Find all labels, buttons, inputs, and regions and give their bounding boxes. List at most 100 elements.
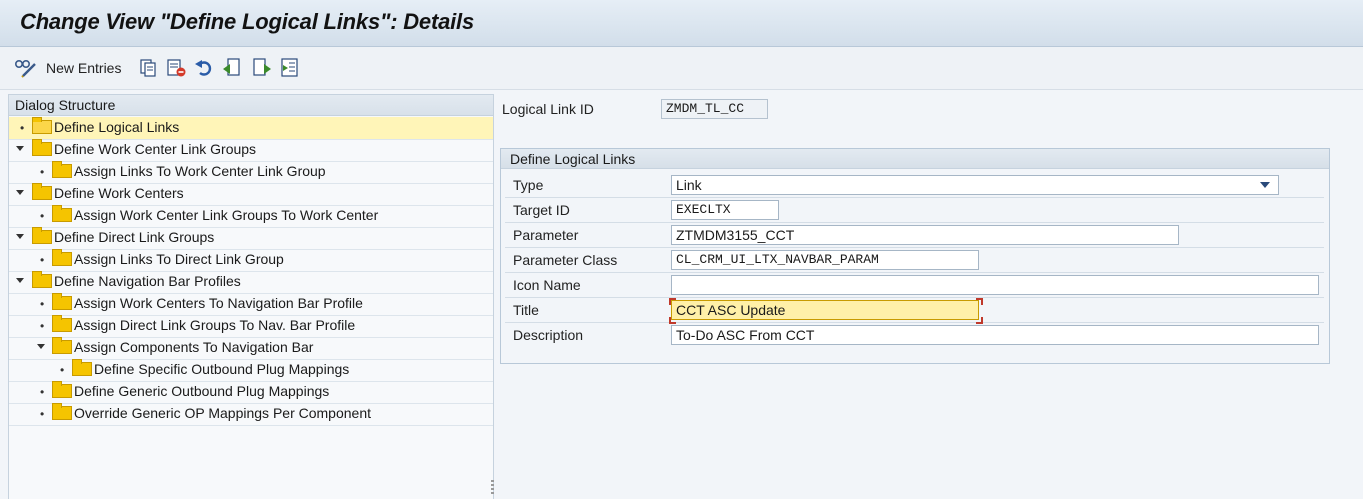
expand-arrow-icon[interactable] bbox=[37, 344, 45, 349]
new-entries-label: New Entries bbox=[46, 60, 122, 76]
bullet-icon: • bbox=[40, 319, 45, 333]
description-label: Description bbox=[513, 327, 584, 343]
folder-icon bbox=[52, 381, 72, 398]
focus-corner bbox=[976, 298, 983, 305]
dropdown-arrow-icon[interactable] bbox=[1260, 182, 1270, 188]
bullet-icon: • bbox=[40, 209, 45, 223]
undo-icon bbox=[195, 60, 212, 76]
tree-item-define-generic-outbound-plug-mappings[interactable]: • Define Generic Outbound Plug Mappings bbox=[9, 381, 493, 404]
tree-item-label: Define Logical Links bbox=[54, 119, 180, 135]
tree-item-label: Assign Components To Navigation Bar bbox=[74, 339, 314, 355]
tree-item-assign-work-center-link-groups[interactable]: • Assign Work Center Link Groups To Work… bbox=[9, 205, 493, 228]
tree-item-define-direct-link-groups[interactable]: Define Direct Link Groups bbox=[9, 227, 493, 250]
tree-item-define-specific-outbound-plug-mappings[interactable]: • Define Specific Outbound Plug Mappings bbox=[9, 359, 493, 382]
page-title: Change View "Define Logical Links": Deta… bbox=[20, 9, 474, 34]
tree-item-label: Define Work Centers bbox=[54, 185, 184, 201]
icon-name-label: Icon Name bbox=[513, 277, 581, 293]
tree-item-label: Assign Work Center Link Groups To Work C… bbox=[74, 207, 379, 223]
splitter-handle[interactable] bbox=[491, 480, 494, 494]
tree-item-override-generic-op-mappings[interactable]: • Override Generic OP Mappings Per Compo… bbox=[9, 403, 493, 426]
target-id-label: Target ID bbox=[513, 202, 570, 218]
tree-item-label: Override Generic OP Mappings Per Compone… bbox=[74, 405, 371, 421]
next-entry-button[interactable] bbox=[252, 57, 272, 79]
tree-item-define-navigation-bar-profiles[interactable]: Define Navigation Bar Profiles bbox=[9, 271, 493, 294]
tree-item-label: Assign Work Centers To Navigation Bar Pr… bbox=[74, 295, 363, 311]
title-field[interactable]: CCT ASC Update bbox=[671, 300, 979, 320]
parameter-class-label: Parameter Class bbox=[513, 252, 618, 268]
type-value: Link bbox=[676, 177, 702, 193]
bullet-icon: • bbox=[40, 253, 45, 267]
logical-link-id-field: ZMDM_TL_CC bbox=[661, 99, 768, 119]
expand-arrow-icon[interactable] bbox=[16, 234, 24, 239]
type-dropdown[interactable]: Link bbox=[671, 175, 1279, 195]
tree-item-assign-links-to-direct-link-group[interactable]: • Assign Links To Direct Link Group bbox=[9, 249, 493, 272]
next-entry-icon bbox=[253, 58, 271, 76]
folder-icon bbox=[32, 271, 52, 288]
bullet-icon: • bbox=[40, 407, 45, 421]
undo-button[interactable] bbox=[194, 57, 216, 79]
expand-arrow-icon[interactable] bbox=[16, 190, 24, 195]
title-bar: Change View "Define Logical Links": Deta… bbox=[0, 0, 1363, 47]
logical-link-id-label: Logical Link ID bbox=[502, 101, 594, 117]
parameter-field[interactable]: ZTMDM3155_CCT bbox=[671, 225, 1179, 245]
dialog-structure-title: Dialog Structure bbox=[9, 95, 493, 116]
folder-icon bbox=[52, 205, 72, 222]
application-toolbar: New Entries bbox=[0, 47, 1363, 90]
focus-corner bbox=[669, 298, 676, 305]
tree-item-label: Define Navigation Bar Profiles bbox=[54, 273, 241, 289]
tree-item-label: Define Generic Outbound Plug Mappings bbox=[74, 383, 330, 399]
tree-item-define-work-centers[interactable]: Define Work Centers bbox=[9, 183, 493, 206]
folder-icon bbox=[32, 139, 52, 156]
expand-arrow-icon[interactable] bbox=[16, 146, 24, 151]
tree-item-assign-components-to-navigation-bar[interactable]: Assign Components To Navigation Bar bbox=[9, 337, 493, 360]
title-label: Title bbox=[513, 302, 539, 318]
row-description: Description To-Do ASC From CCT bbox=[505, 323, 1324, 347]
row-icon-name: Icon Name bbox=[505, 273, 1324, 298]
glasses-pencil-icon bbox=[14, 59, 36, 78]
target-id-field[interactable]: EXECLTX bbox=[671, 200, 779, 220]
tree-item-label: Define Work Center Link Groups bbox=[54, 141, 257, 157]
copy-as-button[interactable] bbox=[138, 57, 158, 79]
tree-item-label: Define Specific Outbound Plug Mappings bbox=[94, 361, 350, 377]
bullet-icon: • bbox=[40, 297, 45, 311]
dialog-structure-panel: Dialog Structure • Define Logical Links … bbox=[8, 94, 494, 499]
bullet-icon: • bbox=[20, 121, 25, 135]
expand-arrow-icon[interactable] bbox=[16, 278, 24, 283]
row-target-id: Target ID EXECLTX bbox=[505, 198, 1324, 223]
folder-icon bbox=[32, 183, 52, 200]
folder-icon bbox=[52, 293, 72, 310]
icon-name-field[interactable] bbox=[671, 275, 1319, 295]
folder-open-icon bbox=[32, 117, 52, 134]
tree-item-assign-direct-link-groups-to-nav-bar-profile[interactable]: • Assign Direct Link Groups To Nav. Bar … bbox=[9, 315, 493, 338]
tree-item-define-work-center-link-groups[interactable]: Define Work Center Link Groups bbox=[9, 139, 493, 162]
tree-item-assign-work-centers-to-nav-bar-profile[interactable]: • Assign Work Centers To Navigation Bar … bbox=[9, 293, 493, 316]
folder-icon bbox=[52, 337, 72, 354]
new-entries-button[interactable]: New Entries bbox=[14, 57, 121, 79]
tree-item-assign-links-to-work-center-link-group[interactable]: • Assign Links To Work Center Link Group bbox=[9, 161, 493, 184]
row-parameter: Parameter ZTMDM3155_CCT bbox=[505, 223, 1324, 248]
folder-icon bbox=[52, 249, 72, 266]
tree-item-label: Define Direct Link Groups bbox=[54, 229, 215, 245]
folder-icon bbox=[52, 403, 72, 420]
folder-icon bbox=[72, 359, 92, 376]
copy-icon bbox=[140, 59, 156, 77]
previous-entry-button[interactable] bbox=[222, 57, 242, 79]
folder-icon bbox=[52, 161, 72, 178]
parameter-class-field[interactable]: CL_CRM_UI_LTX_NAVBAR_PARAM bbox=[671, 250, 979, 270]
previous-entry-icon bbox=[223, 58, 240, 76]
row-type: Type Link bbox=[505, 173, 1324, 198]
folder-icon bbox=[32, 227, 52, 244]
delete-row-icon bbox=[167, 59, 186, 77]
tree-item-define-logical-links[interactable]: • Define Logical Links bbox=[9, 117, 493, 140]
delete-button[interactable] bbox=[166, 57, 186, 79]
tree-item-label: Assign Links To Work Center Link Group bbox=[74, 163, 326, 179]
select-block-button[interactable] bbox=[280, 57, 300, 79]
type-label: Type bbox=[513, 177, 544, 193]
row-parameter-class: Parameter Class CL_CRM_UI_LTX_NAVBAR_PAR… bbox=[505, 248, 1324, 273]
group-title: Define Logical Links bbox=[501, 149, 1329, 169]
folder-icon bbox=[52, 315, 72, 332]
row-title: Title CCT ASC Update bbox=[505, 298, 1324, 324]
bullet-icon: • bbox=[40, 165, 45, 179]
tree-item-label: Assign Links To Direct Link Group bbox=[74, 251, 284, 267]
description-field[interactable]: To-Do ASC From CCT bbox=[671, 325, 1319, 345]
